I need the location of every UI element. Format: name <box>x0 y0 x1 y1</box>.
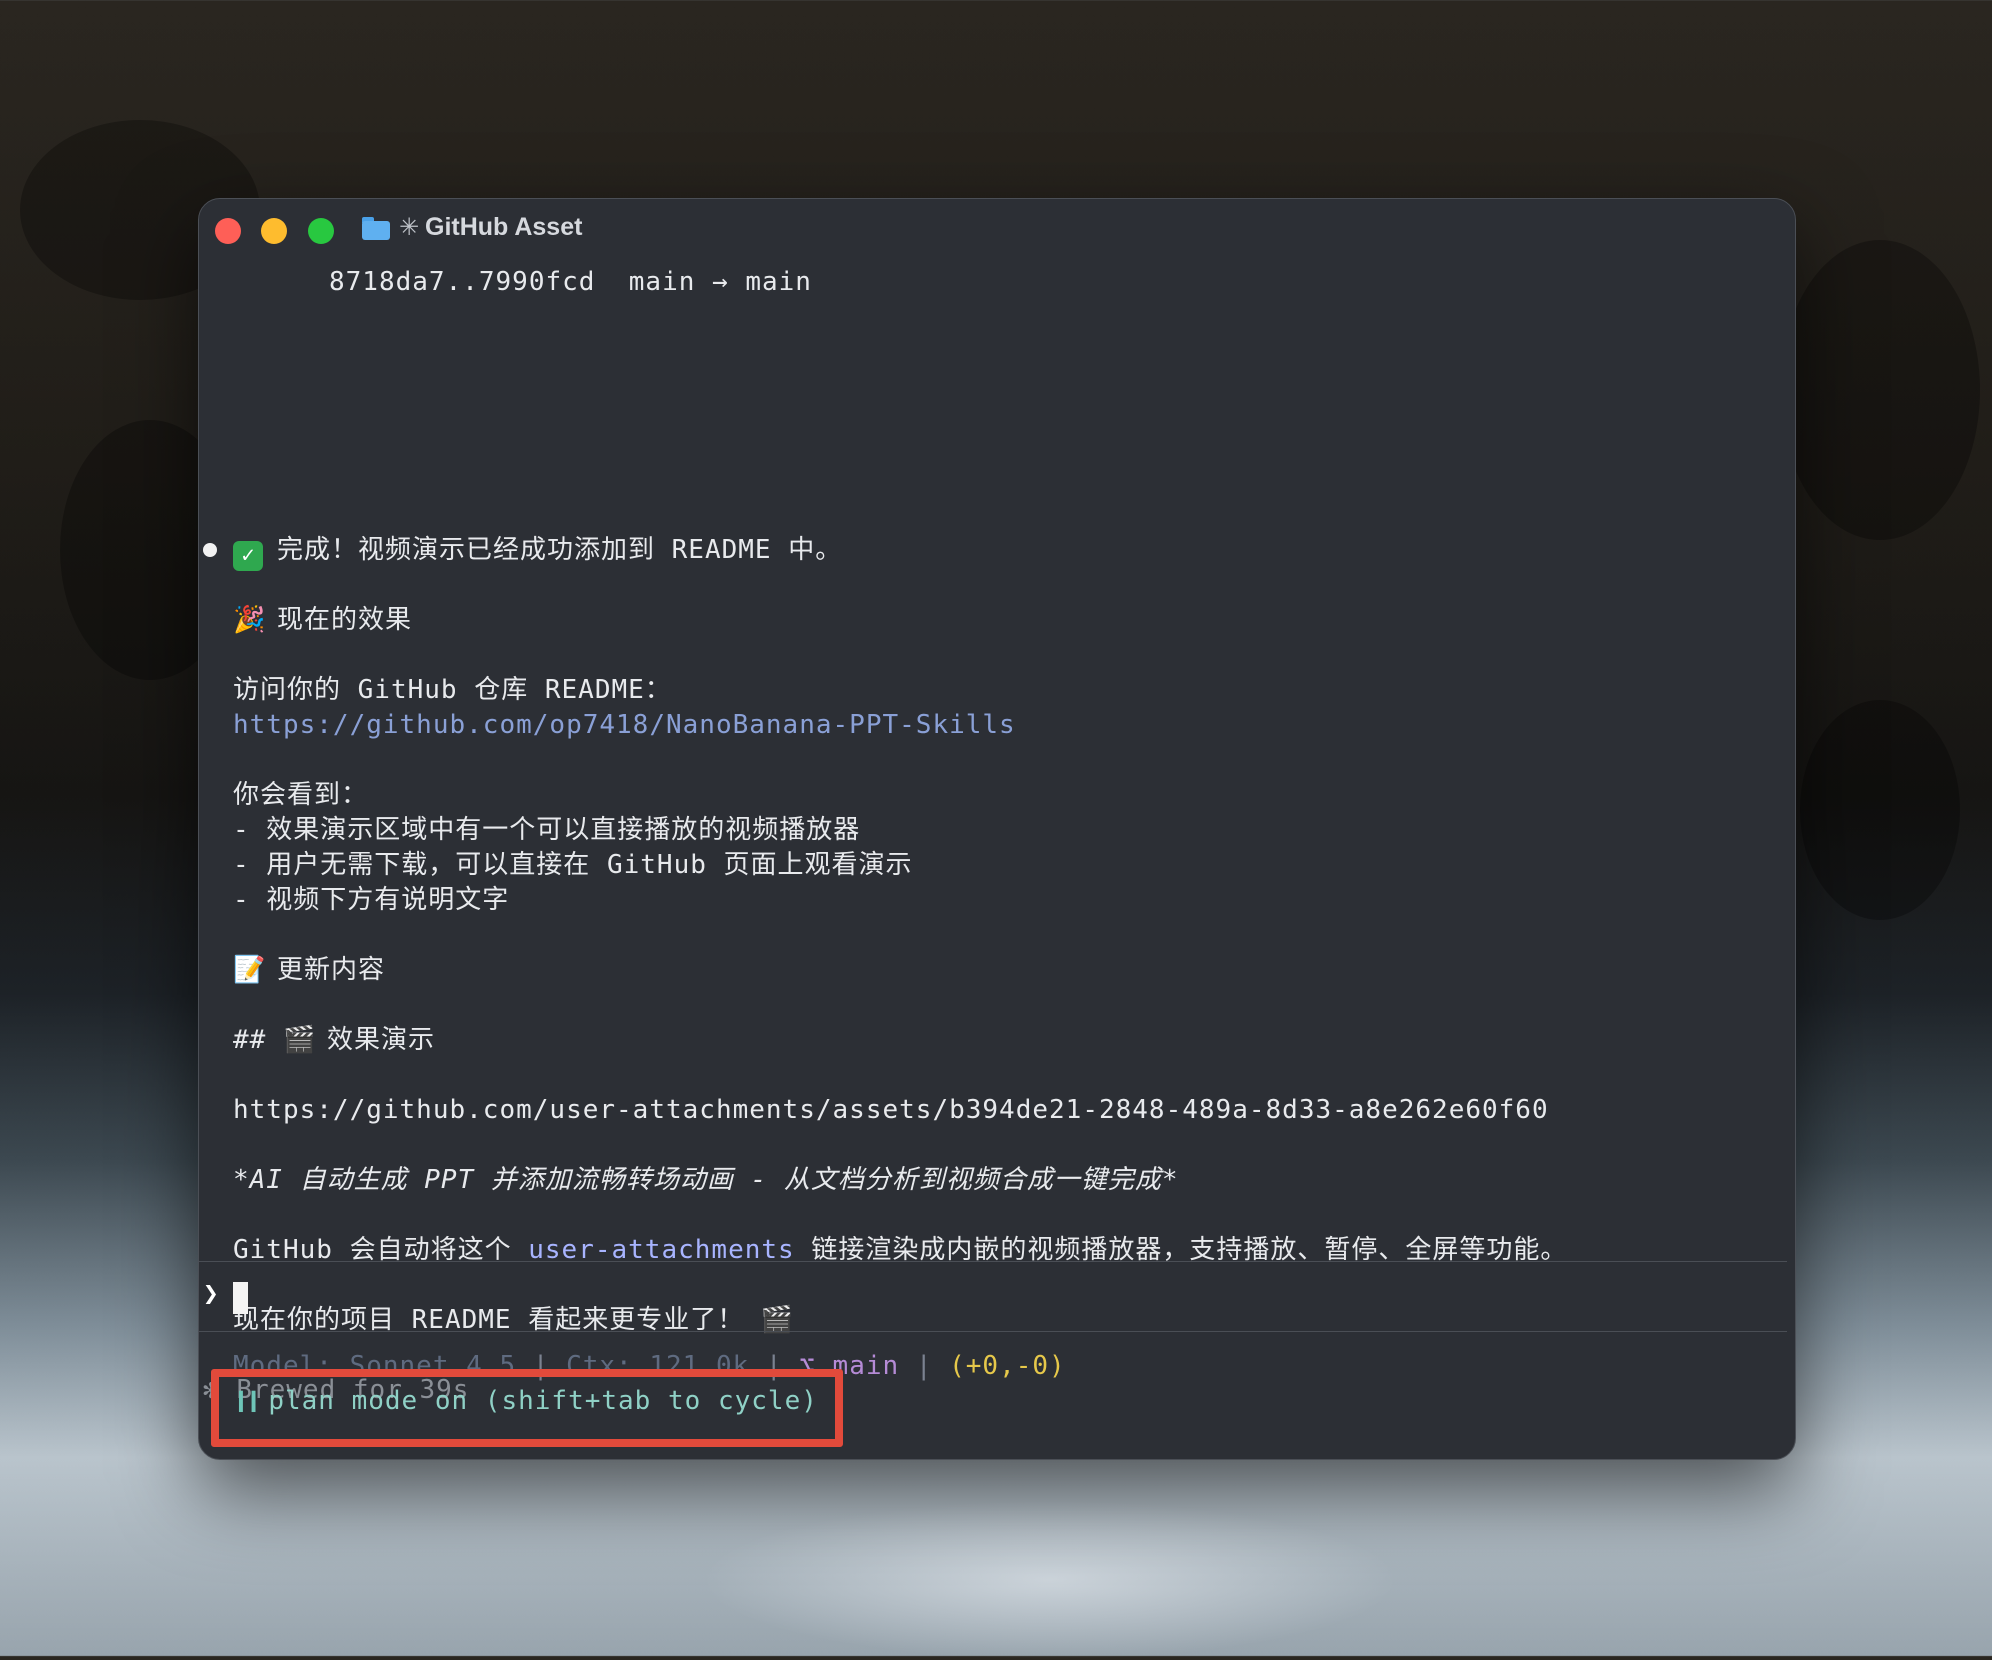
done-line: ✓ 完成！视频演示已经成功添加到 README 中。 <box>233 533 842 571</box>
memo-icon: 📝 <box>233 955 266 985</box>
visit-line: 访问你的 GitHub 仓库 README： <box>233 675 672 705</box>
maximize-button[interactable] <box>308 218 334 244</box>
effect-heading-text: 现在的效果 <box>277 605 413 635</box>
title-bar: ✳ GitHub Asset <box>199 199 1795 261</box>
markdown-heading: ## 🎬 效果演示 <box>233 1023 435 1057</box>
list-item: - 用户无需下载，可以直接在 GitHub 页面上观看演示 <box>233 850 913 880</box>
markdown-hash: ## <box>233 1025 267 1055</box>
effect-heading: 🎉 现在的效果 <box>233 603 412 637</box>
list-item: - 视频下方有说明文字 <box>233 885 510 915</box>
markdown-heading-text: 效果演示 <box>326 1025 435 1055</box>
diff-label: (+0,-0) <box>949 1351 1066 1381</box>
prompt-symbol: ❯ <box>203 1279 220 1309</box>
party-popper-icon: 🎉 <box>233 605 266 635</box>
update-heading-text: 更新内容 <box>277 955 386 985</box>
asset-url[interactable]: https://github.com/user-attachments/asse… <box>233 1093 1549 1127</box>
done-text: 完成！视频演示已经成功添加到 README 中。 <box>277 535 843 565</box>
checkmark-icon: ✓ <box>233 541 263 571</box>
status-separator: | <box>915 1351 933 1381</box>
git-push-line: 8718da7..7990fcd main → main <box>329 267 812 297</box>
close-button[interactable] <box>215 218 241 244</box>
prompt-bottom-divider <box>199 1331 1787 1332</box>
minimize-button[interactable] <box>261 218 287 244</box>
background-rock <box>1780 240 1980 540</box>
message-bullet <box>203 543 217 557</box>
window-title: GitHub Asset <box>425 213 583 241</box>
background-rock <box>1800 700 1960 920</box>
prompt-top-divider <box>199 1261 1787 1262</box>
prompt-input[interactable] <box>233 1282 248 1314</box>
repo-link[interactable]: https://github.com/op7418/NanoBanana-PPT… <box>233 708 1016 742</box>
you-will-see: 你会看到： <box>233 780 369 810</box>
water-glow <box>700 1500 1400 1660</box>
folder-icon <box>362 217 390 240</box>
update-heading: 📝 更新内容 <box>233 953 385 987</box>
list-item: - 效果演示区域中有一个可以直接播放的视频播放器 <box>233 815 861 845</box>
italic-caption: *AI 自动生成 PPT 并添加流畅转场动画 - 从文档分析到视频合成一键完成* <box>233 1165 1179 1195</box>
highlight-callout-box <box>211 1369 843 1447</box>
asterisk-icon: ✳ <box>399 213 420 241</box>
clapper-board-icon: 🎬 <box>282 1025 316 1055</box>
terminal-window: ✳ GitHub Asset 8718da7..7990fcd main → m… <box>198 198 1796 1460</box>
